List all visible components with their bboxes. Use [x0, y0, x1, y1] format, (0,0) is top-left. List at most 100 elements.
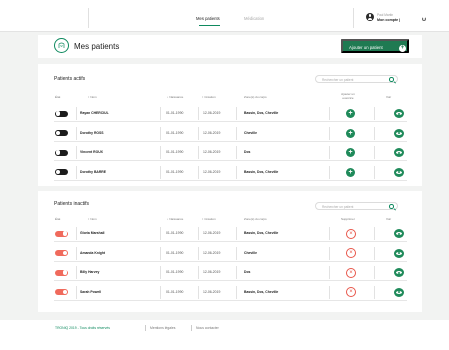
- add-exercise-button[interactable]: +: [346, 167, 355, 177]
- patient-birthdate: 01-01-1990: [166, 111, 184, 116]
- cell-divider: [198, 165, 199, 179]
- view-eye-icon[interactable]: [394, 167, 404, 177]
- patient-body-areas: Bassin, Dos, Cheville: [244, 169, 279, 174]
- search-icon[interactable]: [389, 77, 394, 82]
- patient-created: 12-06-2019: [203, 111, 221, 116]
- cell-divider: [76, 227, 77, 240]
- delete-patient-button[interactable]: ×: [346, 267, 356, 278]
- status-toggle[interactable]: [55, 250, 68, 256]
- status-toggle[interactable]: [55, 169, 68, 175]
- inactive-patients-card: Patients inactifs Rechercher un patient …: [38, 191, 422, 312]
- status-toggle[interactable]: [55, 130, 68, 136]
- view-eye-icon[interactable]: [394, 287, 404, 297]
- delete-patient-button[interactable]: ×: [346, 228, 356, 239]
- footer-divider: [191, 325, 192, 331]
- cell-divider: [198, 246, 199, 260]
- cell-divider: [329, 227, 330, 240]
- col-name[interactable]: ↕ Nom: [88, 95, 97, 99]
- add-exercise-button[interactable]: +: [346, 109, 355, 118]
- nav-link-patients[interactable]: Mes patients: [196, 16, 220, 21]
- view-eye-icon[interactable]: [394, 109, 404, 118]
- status-toggle[interactable]: [55, 110, 68, 117]
- view-eye-icon[interactable]: [394, 268, 404, 277]
- my-account-link[interactable]: Mon compte |: [377, 18, 400, 22]
- cell-divider: [329, 107, 330, 120]
- add-exercise-button[interactable]: +: [346, 128, 355, 138]
- patient-name[interactable]: Gloria Marshall: [80, 231, 105, 235]
- add-patient-button[interactable]: Ajouter un patient +: [341, 39, 409, 53]
- patient-name[interactable]: Dorothy BARRE: [80, 170, 106, 174]
- nav-divider: [88, 8, 89, 28]
- patient-name[interactable]: Billy Harvey: [80, 270, 99, 274]
- col-state: État: [55, 217, 61, 221]
- patient-name[interactable]: Rayan CHERCIUL: [80, 111, 109, 115]
- account-name: Paul Martin: [377, 13, 394, 17]
- patient-created: 12-06-2019: [203, 150, 221, 155]
- footer-contact-link[interactable]: Nous contacter: [196, 326, 219, 330]
- footer-copyright: TRONIQ 2019 - Tous droits réservés: [55, 326, 110, 330]
- view-eye-icon[interactable]: [394, 248, 404, 258]
- status-toggle[interactable]: [55, 289, 68, 295]
- table-row: Vincent ROUX 01-01-1990 12-06-2019 Dos +: [54, 144, 407, 161]
- view-eye-icon[interactable]: [394, 229, 404, 238]
- patient-name[interactable]: Sarah Powell: [80, 290, 101, 294]
- cell-divider: [76, 246, 77, 260]
- patient-body-areas: Cheville: [244, 130, 258, 135]
- cell-divider: [236, 285, 237, 299]
- col-delete: Supprimer: [341, 217, 355, 221]
- cell-divider: [329, 165, 330, 179]
- patient-birthdate: 01-01-1990: [166, 250, 184, 255]
- col-created[interactable]: ↕ Création: [202, 217, 216, 221]
- footer-legal-link[interactable]: Mentions légales: [150, 326, 175, 330]
- nav-link-medication[interactable]: Médication: [244, 16, 264, 21]
- delete-patient-button[interactable]: ×: [346, 248, 356, 258]
- cell-divider: [236, 126, 237, 140]
- patient-birthdate: 01-01-1990: [166, 231, 184, 236]
- search-icon[interactable]: [389, 204, 394, 209]
- cell-divider: [198, 266, 199, 279]
- cell-divider: [76, 165, 77, 179]
- view-eye-icon[interactable]: [394, 128, 404, 138]
- cell-divider: [76, 146, 77, 159]
- patient-name[interactable]: Vincent ROUX: [80, 150, 103, 154]
- status-toggle[interactable]: [55, 230, 68, 237]
- account-icon[interactable]: [366, 13, 374, 21]
- nav-active-indicator: [199, 25, 220, 27]
- search-placeholder: Rechercher un patient: [322, 204, 354, 209]
- cell-divider: [76, 266, 77, 279]
- patient-body-areas: Bassin, Dos, Cheville: [244, 111, 279, 116]
- footer-divider: [145, 325, 146, 331]
- cell-divider: [198, 146, 199, 159]
- patient-birthdate: 01-01-1990: [166, 150, 184, 155]
- table-row: Amanda Knight 01-01-1990 12-06-2019 Chevill…: [54, 245, 407, 262]
- col-view: Voir: [386, 95, 392, 99]
- cell-divider: [160, 246, 161, 260]
- table-row: Rayan CHERCIUL 01-01-1990 12-06-2019 Bassin…: [54, 105, 407, 122]
- delete-patient-button[interactable]: ×: [346, 287, 356, 297]
- patient-name[interactable]: Dorothy ROSS: [80, 131, 104, 135]
- patient-name[interactable]: Amanda Knight: [80, 251, 105, 255]
- inactive-search-input[interactable]: Rechercher un patient: [315, 202, 398, 210]
- cell-divider: [198, 227, 199, 240]
- view-eye-icon[interactable]: [394, 148, 404, 157]
- status-toggle[interactable]: [55, 149, 68, 156]
- active-search-input[interactable]: Rechercher un patient: [315, 75, 398, 83]
- page-title: Mes patients: [74, 42, 120, 51]
- add-exercise-button[interactable]: +: [346, 148, 355, 157]
- cell-divider: [198, 126, 199, 140]
- cell-divider: [160, 165, 161, 179]
- col-state: État: [55, 95, 61, 99]
- col-birth[interactable]: ↓ Naissance: [167, 217, 183, 221]
- col-birth[interactable]: ↓ Naissance: [167, 95, 183, 99]
- patients-logo-icon: [54, 38, 69, 53]
- cell-divider: [374, 146, 375, 159]
- cell-divider: [329, 126, 330, 140]
- logout-icon[interactable]: [422, 17, 426, 21]
- status-toggle[interactable]: [55, 269, 68, 276]
- col-created[interactable]: ↕ Création: [202, 95, 216, 99]
- col-view: Voir: [386, 217, 392, 221]
- table-row: Dorothy BARRE 01-01-1990 12-06-2019 Bassin,…: [54, 164, 407, 181]
- col-name[interactable]: ↕ Nom: [88, 217, 97, 221]
- cell-divider: [76, 285, 77, 299]
- cell-divider: [374, 285, 375, 299]
